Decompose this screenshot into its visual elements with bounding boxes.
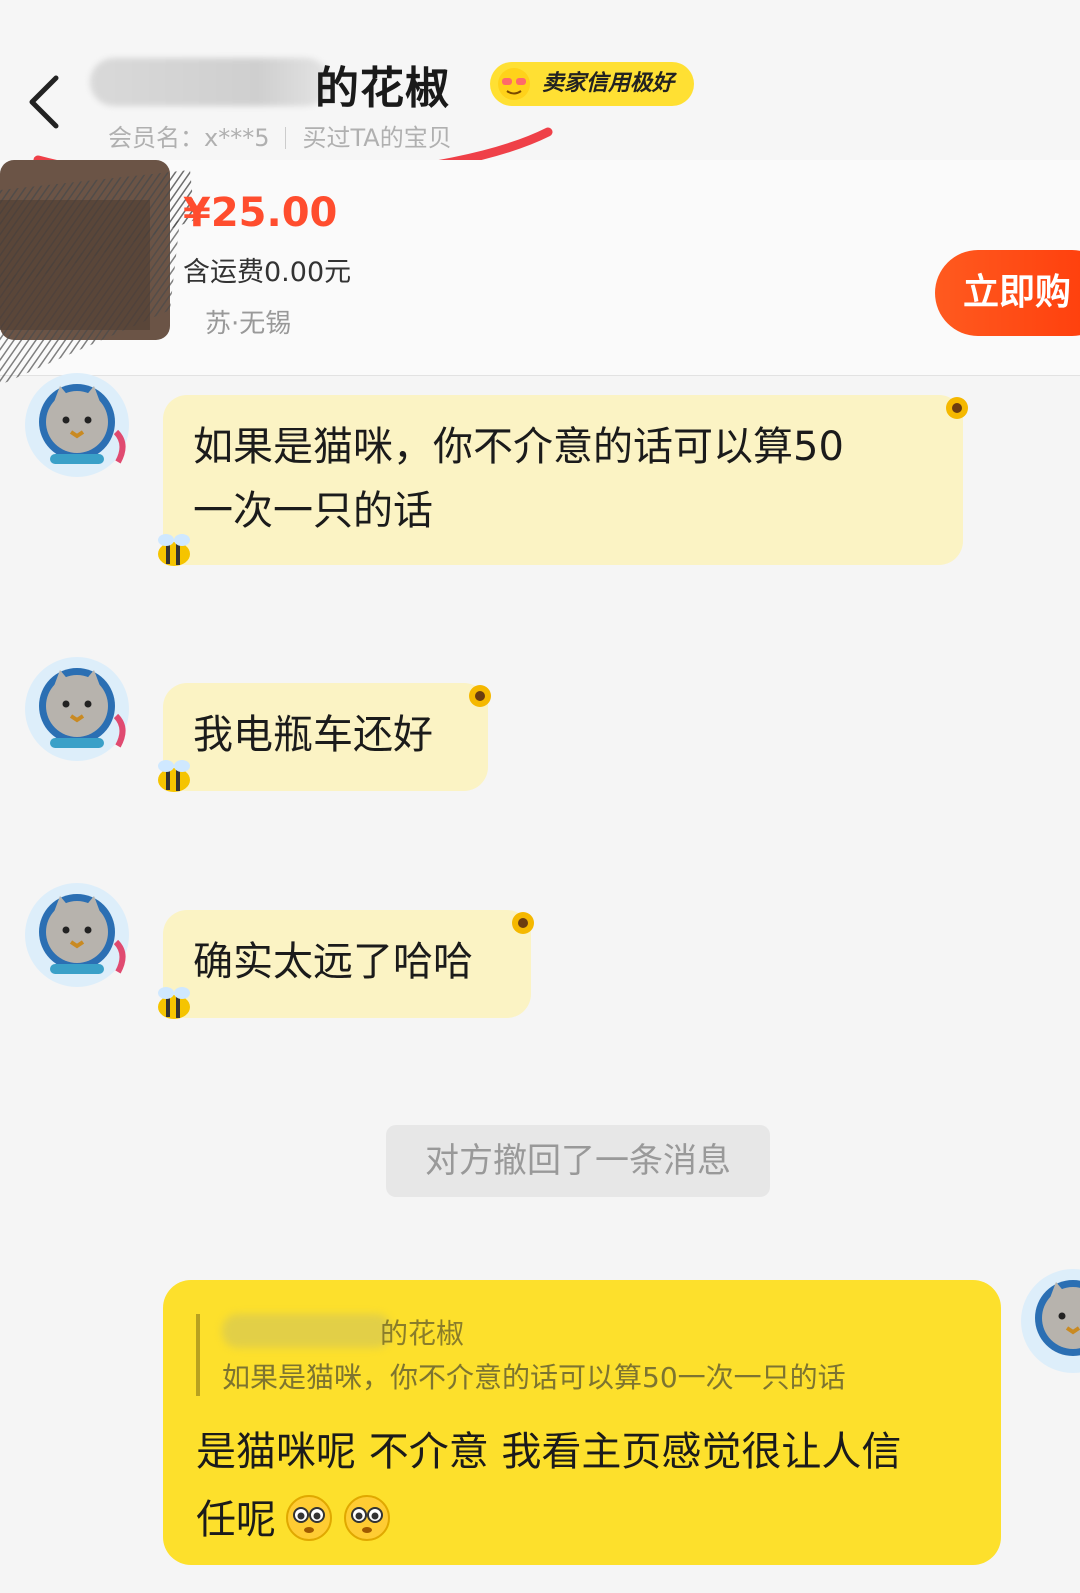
message-bubble[interactable]: 我电瓶车还好 [163, 683, 488, 791]
message-text: 确实太远了哈哈 [193, 939, 473, 985]
reply-text-line: 是猫咪呢 不介意 我看主页感觉很让人信 [196, 1429, 902, 1475]
chat-header: 的花椒 卖家信用极好 会员名：x***5 买过TA的宝贝 [0, 0, 1080, 186]
cat-avatar-icon[interactable] [24, 656, 130, 762]
reply-text: 是猫咪呢 不介意 我看主页感觉很让人信 任呢 [196, 1418, 976, 1554]
product-price: ¥25.00 [183, 190, 338, 236]
product-card[interactable]: ¥25.00 含运费0.00元 苏·无锡 立即购 [0, 160, 1080, 385]
recall-notice: 对方撤回了一条消息 [386, 1125, 770, 1197]
message-text-line: 一次一只的话 [193, 488, 433, 534]
message-text-line: 如果是猫咪，你不介意的话可以算50 [193, 424, 844, 470]
reply-text-line-2: 任呢 [196, 1486, 976, 1554]
message-bubble[interactable]: 如果是猫咪，你不介意的话可以算50 一次一只的话 [163, 395, 963, 565]
product-location: 苏·无锡 [205, 309, 292, 339]
cat-avatar-icon[interactable] [24, 882, 130, 988]
sunflower-icon [946, 397, 968, 419]
quoted-message-text[interactable]: 如果是猫咪，你不介意的话可以算50一次一只的话 [222, 1356, 846, 1396]
quote-sender-name: 的花椒 [380, 1317, 465, 1350]
sunflower-icon [469, 685, 491, 707]
quote-name-redacted [222, 1314, 392, 1348]
credit-badge-label: 卖家信用极好 [542, 71, 675, 96]
bee-icon [158, 534, 190, 566]
bee-icon [158, 760, 190, 792]
cat-avatar-icon[interactable] [24, 372, 130, 478]
buy-now-button[interactable]: 立即购 [935, 250, 1080, 336]
message-text: 我电瓶车还好 [193, 712, 433, 758]
credit-badge[interactable]: 卖家信用极好 [490, 62, 695, 106]
pleading-face-icon [286, 1495, 332, 1541]
sunflower-icon [512, 912, 534, 934]
seller-name[interactable]: 的花椒 [315, 52, 450, 116]
product-thumbnail-scribbled [0, 160, 195, 385]
cat-avatar-icon[interactable] [1020, 1268, 1080, 1374]
pleading-face-icon [344, 1495, 390, 1541]
message-bubble[interactable]: 确实太远了哈哈 [163, 910, 531, 1018]
wink-face-icon [498, 68, 530, 100]
shipping-fee: 含运费0.00元 [183, 257, 352, 288]
quote-bar [196, 1314, 200, 1396]
seller-name-redacted [90, 58, 330, 106]
bee-icon [158, 987, 190, 1019]
